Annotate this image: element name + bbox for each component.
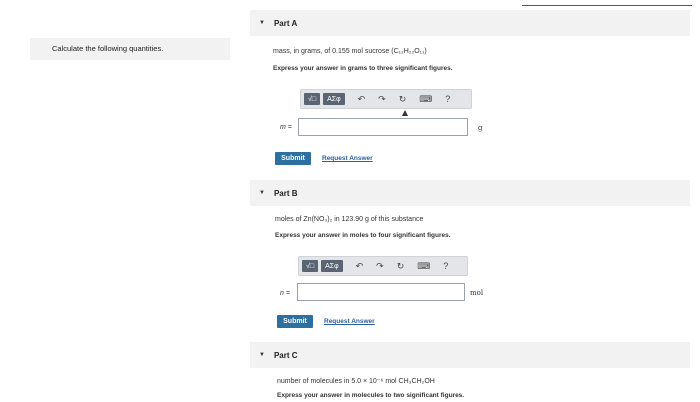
part-b-title: Part B [273,188,298,198]
help-icon[interactable]: ? [443,261,448,271]
part-a-title: Part A [273,18,298,28]
part-a-question: mass, in grams, of 0.155 mol sucrose (C₁… [273,48,427,55]
templates-button[interactable]: √□ [304,93,321,105]
part-b-header[interactable]: ▼ Part B [250,180,690,206]
part-c-title: Part C [273,350,298,360]
part-a-unit-label: g [478,124,483,132]
part-b-unit-label: mol [470,289,484,297]
part-b-math-toolbar: √□ AΣφ ↶ ↷ ↻ ⌨ ? [298,256,468,276]
problem-prompt: Calculate the following quantities. [30,38,230,60]
top-nav-links[interactable] [522,0,692,13]
greek-symbols-button[interactable]: AΣφ [321,260,343,272]
mouse-cursor-icon [402,110,408,116]
undo-icon[interactable]: ↶ [356,261,364,272]
help-icon[interactable]: ? [445,94,450,104]
part-a-request-answer-link[interactable]: Request Answer [322,155,373,162]
reset-icon[interactable]: ↻ [399,94,407,105]
part-c-instruction: Express your answer in molecules to two … [277,392,465,399]
part-b-instruction: Express your answer in moles to four sig… [275,232,451,239]
undo-icon[interactable]: ↶ [358,94,366,105]
part-a-variable-label: m = [280,124,292,131]
greek-symbols-button[interactable]: AΣφ [323,93,345,105]
part-c-question: number of molecules in 5.0 × 10⁻⁶ mol CH… [277,378,435,385]
part-a-math-toolbar: √□ AΣφ ↶ ↷ ↻ ⌨ ? [300,89,472,109]
part-a-header[interactable]: ▼ Part A [250,10,690,36]
part-b-question: moles of Zn(NO₃)₂ in 123.90 g of this su… [275,216,424,223]
part-a-answer-input[interactable] [298,118,468,136]
redo-icon[interactable]: ↷ [378,94,386,105]
part-a-submit-button[interactable]: Submit [275,152,311,165]
redo-icon[interactable]: ↷ [376,261,384,272]
keyboard-icon[interactable]: ⌨ [419,94,432,105]
collapse-caret-icon[interactable]: ▼ [259,190,265,196]
collapse-caret-icon[interactable]: ▼ [259,352,265,358]
part-a-instruction: Express your answer in grams to three si… [273,65,453,72]
part-b-variable-label: n = [280,290,290,297]
part-b-answer-input[interactable] [297,283,465,301]
keyboard-icon[interactable]: ⌨ [417,261,430,272]
collapse-caret-icon[interactable]: ▼ [259,20,265,26]
part-b-request-answer-link[interactable]: Request Answer [324,318,375,325]
part-c-header[interactable]: ▼ Part C [250,342,690,368]
reset-icon[interactable]: ↻ [397,261,405,272]
part-b-submit-button[interactable]: Submit [277,315,313,328]
left-column: Calculate the following quantities. [0,0,250,402]
templates-button[interactable]: √□ [302,260,319,272]
